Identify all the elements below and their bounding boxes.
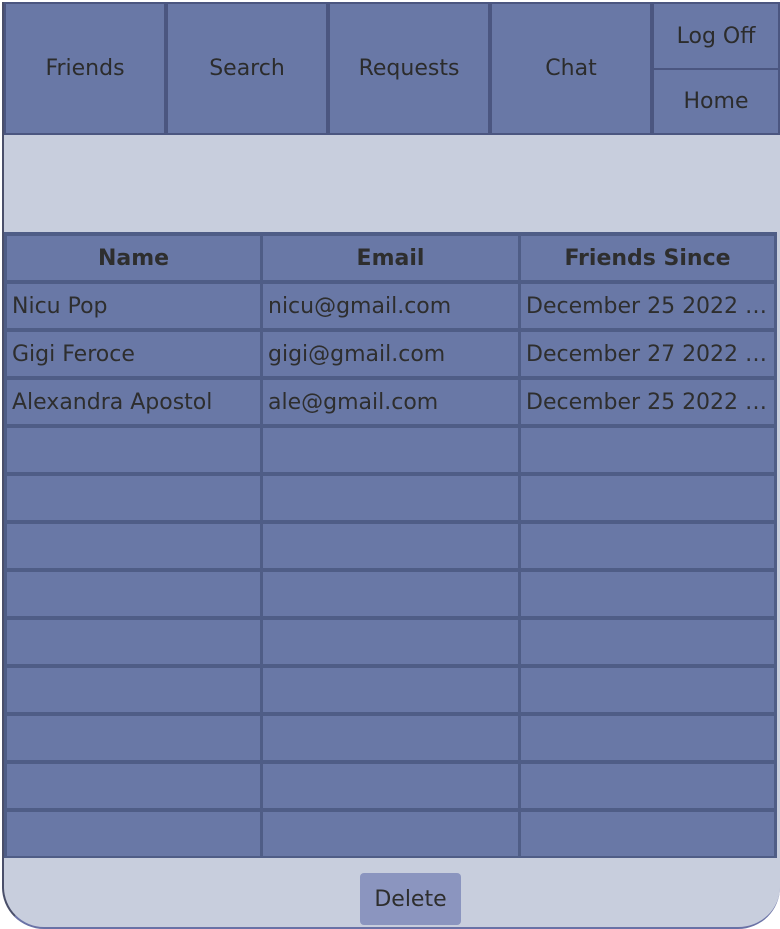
table-cell-email[interactable] — [263, 668, 518, 712]
table-cell-friends-since[interactable] — [521, 524, 774, 568]
table-cell-name[interactable] — [7, 572, 260, 616]
table-cell-friends-since[interactable] — [521, 764, 774, 808]
table-cell-friends-since[interactable] — [521, 716, 774, 760]
table-cell-name[interactable]: Gigi Feroce — [7, 332, 260, 376]
requests-tab-button[interactable]: Requests — [328, 2, 490, 135]
table-cell-email[interactable] — [263, 476, 518, 520]
table-cell-name[interactable]: Nicu Pop — [7, 284, 260, 328]
column-header-name[interactable]: Name — [7, 236, 260, 280]
table-cell-name[interactable]: Alexandra Apostol — [7, 380, 260, 424]
table-cell-friends-since[interactable]: December 25 2022 0... — [521, 284, 774, 328]
table-cell-friends-since[interactable]: December 27 2022 1... — [521, 332, 774, 376]
table-cell-friends-since[interactable] — [521, 620, 774, 664]
friends-tab-button[interactable]: Friends — [4, 2, 166, 135]
delete-button[interactable]: Delete — [360, 873, 461, 925]
chat-tab-button[interactable]: Chat — [490, 2, 652, 135]
table-cell-friends-since[interactable] — [521, 476, 774, 520]
column-header-friends-since[interactable]: Friends Since — [521, 236, 774, 280]
table-cell-name[interactable] — [7, 428, 260, 472]
table-cell-email[interactable] — [263, 524, 518, 568]
table-cell-email[interactable] — [263, 428, 518, 472]
table-cell-email[interactable] — [263, 620, 518, 664]
table-cell-friends-since[interactable] — [521, 428, 774, 472]
table-cell-friends-since[interactable]: December 25 2022 0... — [521, 380, 774, 424]
table-cell-email[interactable] — [263, 572, 518, 616]
column-header-email[interactable]: Email — [263, 236, 518, 280]
table-cell-email[interactable]: ale@gmail.com — [263, 380, 518, 424]
friends-table: Name Email Friends Since Nicu Pop nicu@gmail… — [4, 232, 777, 858]
search-tab-button[interactable]: Search — [166, 2, 328, 135]
table-cell-name[interactable] — [7, 716, 260, 760]
table-cell-name[interactable] — [7, 764, 260, 808]
home-button[interactable]: Home — [652, 68, 780, 135]
table-cell-name[interactable] — [7, 476, 260, 520]
table-cell-email[interactable] — [263, 716, 518, 760]
table-cell-name[interactable] — [7, 668, 260, 712]
table-cell-friends-since[interactable] — [521, 668, 774, 712]
table-cell-email[interactable] — [263, 764, 518, 808]
table-cell-friends-since[interactable] — [521, 812, 774, 856]
table-cell-name[interactable] — [7, 524, 260, 568]
table-cell-email[interactable]: nicu@gmail.com — [263, 284, 518, 328]
log-off-button[interactable]: Log Off — [652, 2, 780, 70]
table-cell-friends-since[interactable] — [521, 572, 774, 616]
table-cell-name[interactable] — [7, 812, 260, 856]
table-cell-email[interactable] — [263, 812, 518, 856]
table-cell-name[interactable] — [7, 620, 260, 664]
table-cell-email[interactable]: gigi@gmail.com — [263, 332, 518, 376]
